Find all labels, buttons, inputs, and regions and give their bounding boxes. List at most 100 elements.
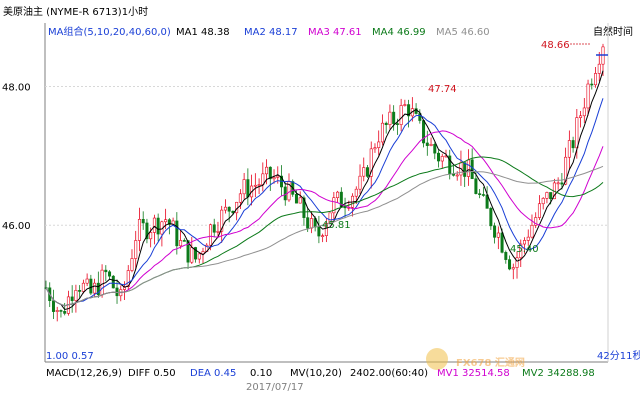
clock-label: 42分11秒 xyxy=(597,349,640,362)
candle-body xyxy=(582,107,586,117)
candle-body xyxy=(429,143,433,146)
candle-body xyxy=(399,105,403,125)
candle-body xyxy=(590,83,594,86)
candle-body xyxy=(511,267,515,270)
candle-body xyxy=(272,177,276,180)
ma2-label: MA2 48.17 xyxy=(244,27,298,38)
candle-body xyxy=(306,217,310,229)
candle-body xyxy=(579,115,583,118)
candle-body xyxy=(265,166,269,175)
candle-body xyxy=(594,73,598,86)
last-price-label: 48.66 xyxy=(541,40,570,51)
chart-canvas: 美原油主 (NYME-R 6713)1小时 自然时间 MA组合(5,10,20,… xyxy=(0,0,640,400)
candle-body xyxy=(380,122,384,143)
candle-body xyxy=(85,278,89,284)
candle-body xyxy=(164,219,168,223)
candle-body xyxy=(283,186,287,201)
candle-body xyxy=(253,184,257,187)
candle-body xyxy=(474,178,478,194)
candle-body xyxy=(395,123,399,125)
candle-body xyxy=(422,120,426,144)
candle-body xyxy=(597,63,601,74)
candle-body xyxy=(111,275,115,289)
candle-body xyxy=(489,208,493,227)
y-tick-46: 46.00 xyxy=(2,221,31,232)
candle-body xyxy=(504,252,508,260)
dea-label: DEA 0.45 xyxy=(190,368,236,379)
ma1-label: MA1 48.38 xyxy=(176,27,230,38)
candle-body xyxy=(104,269,108,273)
candle-body xyxy=(152,217,156,233)
candle-body xyxy=(493,225,497,238)
diff-label: DIFF 0.50 xyxy=(128,368,176,379)
candle-body xyxy=(190,247,194,263)
candle-body xyxy=(508,259,512,270)
candle-body xyxy=(55,310,59,312)
candle-body xyxy=(377,141,381,148)
candle-body xyxy=(212,224,216,233)
candle-body xyxy=(541,198,545,205)
candle-body xyxy=(182,240,186,242)
candle-body xyxy=(223,206,227,211)
candle-body xyxy=(238,193,242,203)
candle-body xyxy=(74,290,78,301)
candle-body xyxy=(298,197,302,204)
ma4-label: MA4 46.99 xyxy=(372,27,426,38)
candle-body xyxy=(575,117,579,149)
candle-body xyxy=(149,232,153,240)
candle-body xyxy=(115,287,119,297)
macd-label: MACD(12,26,9) xyxy=(46,368,122,379)
watermark-logo xyxy=(426,348,448,370)
candle-body xyxy=(567,140,571,158)
candle-body xyxy=(89,278,93,294)
candle-body xyxy=(227,206,231,212)
candle-body xyxy=(208,224,212,246)
candle-body xyxy=(257,184,261,186)
candle-body xyxy=(321,235,325,237)
candle-body xyxy=(440,156,444,162)
candle-body xyxy=(354,188,358,197)
low-right-label: 45.40 xyxy=(510,244,539,255)
low-left-label: 45.81 xyxy=(322,220,351,231)
candle-body xyxy=(276,175,280,178)
watermark-text: FX678 汇通网 xyxy=(456,356,525,369)
candle-body xyxy=(433,143,437,154)
candle-body xyxy=(294,194,298,204)
candle-body xyxy=(134,240,138,259)
candle-body xyxy=(336,191,340,199)
candle-body xyxy=(530,224,534,238)
candle-body xyxy=(463,162,467,177)
top-right-label: 自然时间 xyxy=(593,25,633,38)
candle-body xyxy=(556,182,560,185)
candle-body xyxy=(425,142,429,146)
candle-body xyxy=(130,258,134,271)
candle-body xyxy=(179,240,183,247)
candle-body xyxy=(59,310,63,312)
candle-body xyxy=(388,111,392,126)
candle-body xyxy=(63,311,67,314)
candle-body xyxy=(560,182,564,185)
candle-body xyxy=(137,219,141,241)
ma-legend: MA组合(5,10,20,40,60,0) MA1 48.38 MA2 48.1… xyxy=(48,25,490,38)
candle-body xyxy=(246,179,250,198)
candle-body xyxy=(392,111,396,124)
candle-body xyxy=(549,192,553,200)
candle-body xyxy=(526,236,530,241)
candle-body xyxy=(78,290,82,292)
candle-body xyxy=(70,296,74,301)
candle-body xyxy=(466,159,470,177)
candle-body xyxy=(571,140,575,149)
candle-body xyxy=(496,232,500,238)
ma-group-label: MA组合(5,10,20,40,60,0) xyxy=(48,25,171,38)
candle-body xyxy=(175,220,179,247)
candle-body xyxy=(515,257,519,268)
mv-label: MV(10,20) xyxy=(290,368,342,379)
candle-body xyxy=(437,152,441,162)
bottom-left-text: 1.00 0.57 xyxy=(46,351,94,362)
vol-label: 2402.00(60:40) xyxy=(350,368,428,379)
candle-body xyxy=(500,232,504,253)
y-tick-48: 48.00 xyxy=(2,83,31,94)
candle-body xyxy=(108,271,112,277)
ma5-label: MA5 46.60 xyxy=(436,27,490,38)
candle-body xyxy=(81,282,85,292)
